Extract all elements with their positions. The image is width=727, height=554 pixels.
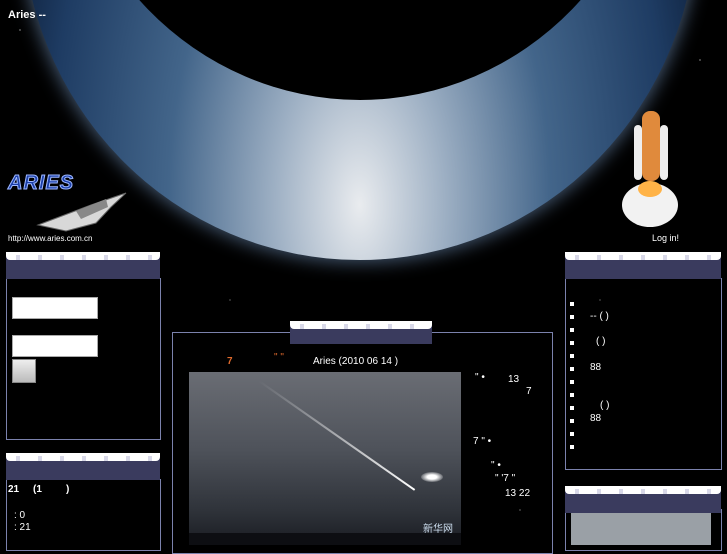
horizon (189, 533, 461, 545)
list-item[interactable]: ( ) (596, 336, 605, 347)
list-bullet (570, 315, 574, 319)
list-bullet (570, 302, 574, 306)
login-panel-header (6, 252, 160, 279)
list-bullet (570, 341, 574, 345)
site-url: http://www.aries.com.cn (8, 234, 93, 243)
headline-quote[interactable]: " " (274, 352, 284, 363)
list-bullet (570, 380, 574, 384)
list-item[interactable]: ( ) (600, 400, 609, 411)
list-bullet (570, 393, 574, 397)
list-item[interactable]: -- ( ) (590, 311, 609, 322)
stats-line-3: : 21 (14, 522, 31, 533)
watermark-text: 新华网 (423, 524, 453, 535)
stats-count-paren: (1 (33, 484, 42, 495)
list-bullet (570, 419, 574, 423)
headline-number: 7 (227, 356, 233, 367)
list-bullet (570, 432, 574, 436)
shuttle-logo-icon (36, 192, 127, 232)
news-panel-header (290, 321, 432, 344)
site-title: Aries -- (8, 9, 46, 21)
article-text-5: " • (491, 460, 501, 471)
article-text-4: 7 " • (473, 436, 492, 447)
login-submit-button[interactable] (12, 359, 36, 383)
meteor-photo: 新华网 (189, 372, 461, 545)
meteor-trail (258, 380, 416, 491)
stats-count-close: ) (66, 484, 70, 495)
right-panel-header (565, 252, 721, 279)
list-item[interactable]: 88 (590, 362, 601, 373)
password-input[interactable] (12, 335, 98, 357)
article-text-3: 7 (526, 386, 532, 397)
shuttle-launch-icon (622, 111, 678, 227)
list-item[interactable]: 88 (590, 413, 601, 424)
login-link[interactable]: Log in! (652, 233, 679, 243)
article-text-2: 13 (508, 374, 520, 385)
meteor-head (421, 472, 443, 482)
list-bullet (570, 445, 574, 449)
article-text-6: " '7 " (495, 473, 516, 484)
stats-panel-header (6, 453, 160, 480)
stats-line-2: : 0 (14, 510, 26, 521)
stats-panel (6, 479, 161, 551)
right-panel-2-header (565, 486, 721, 513)
list-bullet (570, 406, 574, 410)
map-thumbnail[interactable] (571, 513, 711, 545)
username-input[interactable] (12, 297, 98, 319)
list-bullet (570, 367, 574, 371)
headline-byline: Aries (2010 06 14 ) (313, 356, 399, 367)
list-bullet (570, 354, 574, 358)
list-bullet (570, 328, 574, 332)
article-text-1: " • (475, 372, 485, 383)
stats-count: 21 (8, 484, 20, 495)
article-text-7: 13 22 (505, 488, 531, 499)
right-panel (565, 278, 722, 470)
